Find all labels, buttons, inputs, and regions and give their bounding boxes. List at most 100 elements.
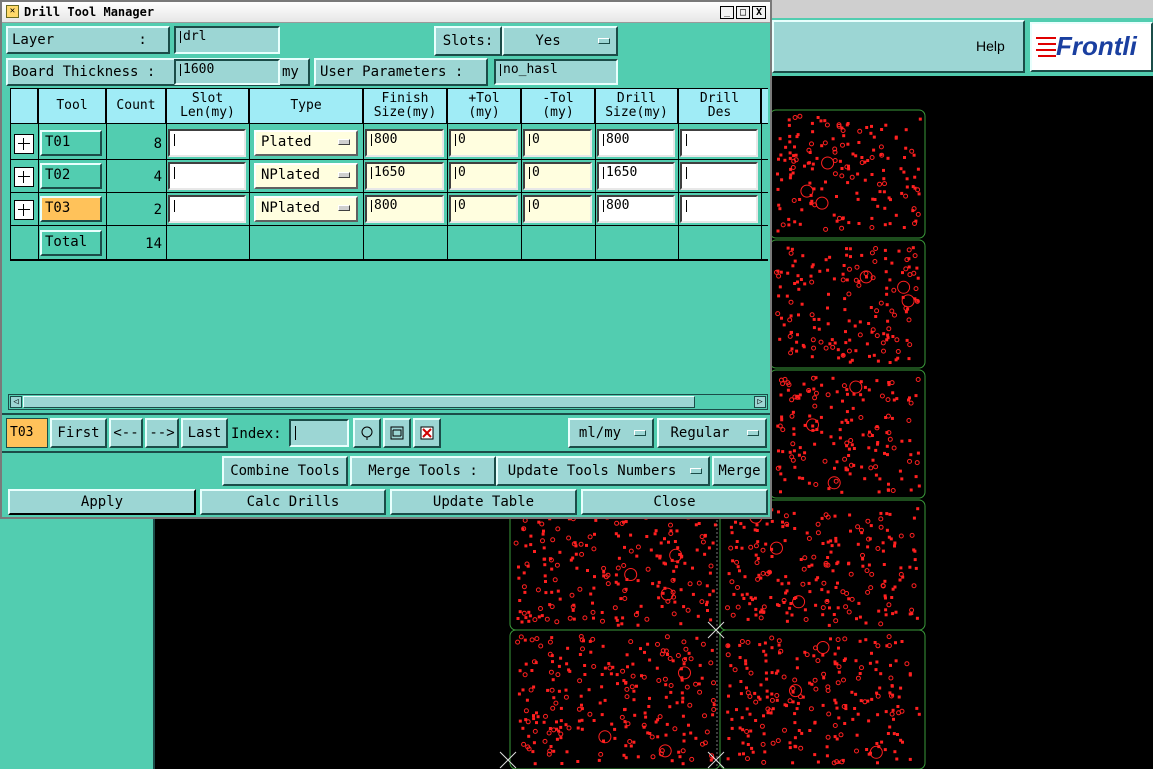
help-button[interactable]: Help [976, 38, 1005, 54]
minus-tol-t01: 0 [532, 132, 540, 147]
total-label: Total [40, 230, 102, 256]
update-table-button[interactable]: Update Table [390, 489, 577, 515]
drill-size-input-t03[interactable]: 800 [597, 195, 675, 223]
type-select-t03[interactable]: NPlated [254, 196, 358, 222]
drill-hole [547, 639, 553, 645]
drill-hole [859, 665, 864, 671]
drill-pad [835, 737, 839, 741]
update-tools-numbers-select[interactable]: Update Tools Numbers [496, 456, 710, 486]
drill-hole [696, 580, 702, 586]
prev-button[interactable]: <-- [109, 418, 143, 448]
drill-pad [785, 619, 789, 623]
expand-row-icon[interactable] [14, 200, 34, 220]
drill-hole [798, 745, 804, 751]
drill-pad [792, 432, 796, 436]
drill-hole [838, 732, 844, 738]
minus-tol-input-t03[interactable]: 0 [523, 195, 592, 223]
drill-size-input-t01[interactable]: 800 [597, 129, 675, 157]
expand-row-icon[interactable] [14, 167, 34, 187]
type-select-t02[interactable]: NPlated [254, 163, 358, 189]
drill-pad [816, 576, 820, 580]
drill-pad [788, 741, 792, 745]
chevron-down-icon [634, 430, 646, 436]
scroll-left-icon[interactable]: ◁ [10, 396, 22, 408]
table-horizontal-scrollbar[interactable]: ◁ ▷ [8, 394, 768, 410]
drill-pad [781, 450, 785, 454]
drill-pad [654, 529, 658, 533]
drill-size-input-t02[interactable]: 1650 [597, 162, 675, 190]
tool-button-t03[interactable]: T03 [40, 196, 102, 222]
drill-hole [580, 646, 585, 652]
scroll-right-icon[interactable]: ▷ [754, 396, 766, 408]
expand-row-icon[interactable] [14, 134, 34, 154]
drill-pad [812, 654, 816, 658]
finish-size-input-t01[interactable]: 800 [365, 129, 444, 157]
text-caret [529, 133, 530, 146]
drill-des-input-t03[interactable] [680, 195, 758, 223]
layer-button[interactable]: Layer : [6, 26, 170, 54]
drill-des-input-t02[interactable] [680, 162, 758, 190]
next-button[interactable]: --> [145, 418, 179, 448]
close-window-button[interactable]: X [752, 6, 766, 19]
type-select-t01[interactable]: Plated [254, 130, 358, 156]
tool-button-t02[interactable]: T02 [40, 163, 102, 189]
drill-hole [842, 636, 848, 642]
slot-len-input-t01[interactable] [168, 129, 246, 157]
units-select[interactable]: ml/my [568, 418, 654, 448]
drill-pad [847, 454, 851, 457]
drill-pad [835, 390, 839, 394]
drill-pad [791, 690, 795, 694]
drill-hole [874, 333, 880, 339]
index-input[interactable] [289, 419, 349, 447]
apply-button[interactable]: Apply [8, 489, 196, 515]
clear-button[interactable] [413, 418, 441, 448]
plus-tol-input-t03[interactable]: 0 [449, 195, 518, 223]
combine-tools-button[interactable]: Combine Tools [222, 456, 348, 486]
plus-tol-input-t02[interactable]: 0 [449, 162, 518, 190]
user-parameters-field[interactable]: no_hasl [494, 59, 618, 85]
finish-size-input-t03[interactable]: 800 [365, 195, 444, 223]
drill-pad [565, 662, 569, 666]
drill-hole [693, 681, 699, 687]
drill-hole [877, 181, 882, 187]
drill-hole [699, 599, 705, 605]
drill-pad [734, 520, 737, 524]
title-bar[interactable]: ✕ Drill Tool Manager _ □ X [2, 2, 770, 23]
user-parameters-button[interactable]: User Parameters : [314, 58, 488, 86]
drill-pad [853, 324, 857, 328]
minimize-button[interactable]: _ [720, 6, 734, 19]
mode-select[interactable]: Regular [657, 418, 767, 448]
drill-pad [792, 449, 796, 453]
layer-field[interactable]: drl [174, 26, 280, 54]
window-menu-icon[interactable]: ✕ [6, 5, 19, 18]
drill-pad [864, 638, 868, 642]
merge-button[interactable]: Merge [712, 456, 767, 486]
drill-pad [793, 721, 797, 725]
calc-drills-button[interactable]: Calc Drills [200, 489, 386, 515]
minus-tol-input-t01[interactable]: 0 [523, 129, 592, 157]
slots-select[interactable]: Yes [502, 26, 618, 56]
drill-pad [576, 726, 580, 730]
last-button[interactable]: Last [181, 418, 228, 448]
slot-len-input-t02[interactable] [168, 162, 246, 190]
close-button[interactable]: Close [581, 489, 768, 515]
finish-size-input-t02[interactable]: 1650 [365, 162, 444, 190]
plus-tol-input-t01[interactable]: 0 [449, 129, 518, 157]
drill-pad [738, 752, 742, 756]
grid-hline [10, 192, 768, 193]
drill-hole [745, 639, 751, 645]
board-thickness-field[interactable]: 1600 [174, 59, 280, 85]
drill-des-input-t01[interactable] [680, 129, 758, 157]
replace-button[interactable] [383, 418, 411, 448]
maximize-button[interactable]: □ [736, 6, 750, 19]
tool-button-t01[interactable]: T01 [40, 130, 102, 156]
drill-hole [534, 636, 540, 642]
drill-pad [882, 332, 886, 336]
minus-tol-input-t02[interactable]: 0 [523, 162, 592, 190]
slot-len-input-t03[interactable] [168, 195, 246, 223]
drill-pad [675, 701, 679, 705]
scrollbar-thumb[interactable] [23, 396, 695, 408]
search-button[interactable] [353, 418, 381, 448]
first-button[interactable]: First [50, 418, 107, 448]
drill-pad [837, 760, 841, 764]
